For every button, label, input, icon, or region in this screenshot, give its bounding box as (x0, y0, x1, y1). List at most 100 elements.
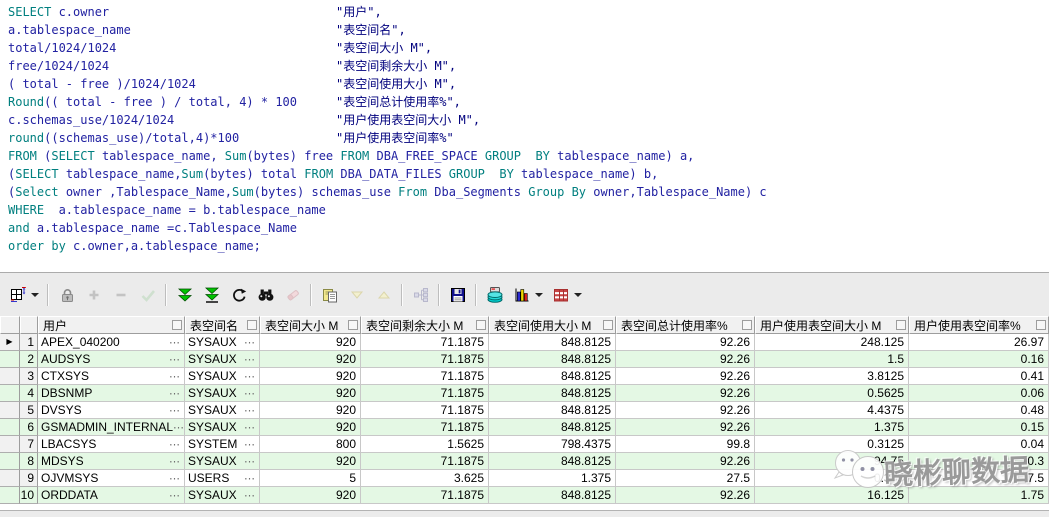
cell-user-used-pct[interactable]: 0.15 (909, 419, 1049, 436)
column-grip-icon[interactable] (172, 320, 182, 330)
row-number-header[interactable] (20, 316, 38, 334)
cell-ts-used-pct[interactable]: 92.26 (616, 368, 755, 385)
cell-user-used[interactable]: 3.8125 (755, 368, 909, 385)
row-indicator-cell[interactable] (0, 436, 20, 453)
column-header-ts-used[interactable]: 表空间使用大小 M (489, 316, 616, 334)
column-grip-icon[interactable] (603, 320, 613, 330)
cell-ts-free[interactable]: 3.625 (361, 470, 489, 487)
cell-tablespace-name[interactable]: SYSAUX⋯ (185, 368, 260, 385)
cell-ellipsis-button[interactable]: ⋯ (244, 421, 256, 434)
row-number-cell[interactable]: 8 (20, 453, 38, 470)
cell-ellipsis-button[interactable]: ⋯ (244, 336, 256, 349)
cell-ellipsis-button[interactable]: ⋯ (169, 404, 181, 417)
cell-ts-used[interactable]: 848.8125 (489, 419, 616, 436)
cell-ts-used[interactable]: 848.8125 (489, 334, 616, 351)
mass-update-button[interactable] (481, 283, 508, 308)
copy-to-clipboard-button[interactable] (316, 283, 343, 308)
cell-user-used-pct[interactable]: 1.75 (909, 487, 1049, 504)
fetch-all-rows-button[interactable] (171, 283, 198, 308)
cell-ts-used-pct[interactable]: 92.26 (616, 334, 755, 351)
column-header-ts-size[interactable]: 表空间大小 M (260, 316, 361, 334)
cell-tablespace-name[interactable]: SYSAUX⋯ (185, 385, 260, 402)
export-dataset-button[interactable] (547, 283, 574, 308)
cell-ts-free[interactable]: 71.1875 (361, 453, 489, 470)
column-grip-icon[interactable] (896, 320, 906, 330)
cell-user-used-pct[interactable]: 0.06 (909, 385, 1049, 402)
row-number-cell[interactable]: 5 (20, 402, 38, 419)
cell-ts-used-pct[interactable]: 92.26 (616, 453, 755, 470)
row-indicator-cell[interactable] (0, 470, 20, 487)
cell-ellipsis-button[interactable]: ⋯ (169, 336, 181, 349)
column-header-user-used[interactable]: 用户使用表空间大小 M (755, 316, 909, 334)
cell-user-used[interactable]: 4.4375 (755, 402, 909, 419)
cell-ts-size[interactable]: 920 (260, 453, 361, 470)
cell-ts-free[interactable]: 71.1875 (361, 334, 489, 351)
row-number-cell[interactable]: 3 (20, 368, 38, 385)
row-number-cell[interactable]: 1 (20, 334, 38, 351)
cell-ts-size[interactable]: 920 (260, 351, 361, 368)
cell-ts-free[interactable]: 71.1875 (361, 487, 489, 504)
cell-ellipsis-button[interactable]: ⋯ (169, 387, 181, 400)
cell-ts-free[interactable]: 71.1875 (361, 368, 489, 385)
row-number-cell[interactable]: 7 (20, 436, 38, 453)
sql-editor[interactable]: SELECT c.owner"用户",a.tablespace_name"表空间… (0, 0, 1049, 273)
cell-ellipsis-button[interactable]: ⋯ (244, 404, 256, 417)
column-header-ts-used-pct[interactable]: 表空间总计使用率% (616, 316, 755, 334)
row-number-cell[interactable]: 6 (20, 419, 38, 436)
refresh-button[interactable] (225, 283, 252, 308)
cell-ts-used[interactable]: 848.8125 (489, 487, 616, 504)
grid-options-button[interactable] (4, 283, 31, 308)
cell-tablespace-name[interactable]: SYSAUX⋯ (185, 402, 260, 419)
cell-ts-free[interactable]: 71.1875 (361, 385, 489, 402)
find-button[interactable] (252, 283, 279, 308)
cell-ellipsis-button[interactable]: ⋯ (244, 472, 256, 485)
cell-ts-free[interactable]: 71.1875 (361, 402, 489, 419)
cell-ts-used-pct[interactable]: 92.26 (616, 487, 755, 504)
row-number-cell[interactable]: 4 (20, 385, 38, 402)
grid-options-caret[interactable] (31, 293, 39, 297)
row-indicator-cell[interactable] (0, 402, 20, 419)
cell-ellipsis-button[interactable]: ⋯ (244, 353, 256, 366)
cell-user-used-pct[interactable]: 0.41 (909, 368, 1049, 385)
cell-ts-free[interactable]: 1.5625 (361, 436, 489, 453)
cell-tablespace-name[interactable]: SYSAUX⋯ (185, 351, 260, 368)
cell-user-used[interactable]: 0.5625 (755, 385, 909, 402)
cell-ts-size[interactable]: 920 (260, 334, 361, 351)
column-header-ts-free[interactable]: 表空间剩余大小 M (361, 316, 489, 334)
cell-tablespace-name[interactable]: SYSAUX⋯ (185, 419, 260, 436)
cell-user-used[interactable]: 94.75 (755, 453, 909, 470)
cell-user-used-pct[interactable]: 0.16 (909, 351, 1049, 368)
cell-owner[interactable]: LBACSYS⋯ (38, 436, 185, 453)
cell-ts-used-pct[interactable]: 92.26 (616, 419, 755, 436)
cell-ts-size[interactable]: 920 (260, 487, 361, 504)
cell-ellipsis-button[interactable]: ⋯ (244, 438, 256, 451)
column-header-owner[interactable]: 用户 (38, 316, 185, 334)
cell-ts-used[interactable]: 1.375 (489, 470, 616, 487)
cell-ellipsis-button[interactable]: ⋯ (169, 370, 181, 383)
cell-owner[interactable]: AUDSYS⋯ (38, 351, 185, 368)
cell-tablespace-name[interactable]: SYSTEM⋯ (185, 436, 260, 453)
cell-tablespace-name[interactable]: SYSAUX⋯ (185, 487, 260, 504)
cell-owner[interactable]: OJVMSYS⋯ (38, 470, 185, 487)
cell-ts-size[interactable]: 920 (260, 419, 361, 436)
cell-user-used[interactable]: 248.125 (755, 334, 909, 351)
cell-owner[interactable]: MDSYS⋯ (38, 453, 185, 470)
column-header-tablespace-name[interactable]: 表空间名 (185, 316, 260, 334)
fetch-last-page-button[interactable] (198, 283, 225, 308)
cell-user-used-pct[interactable]: 7.5 (909, 470, 1049, 487)
column-grip-icon[interactable] (742, 320, 752, 330)
cell-user-used-pct[interactable]: 0.04 (909, 436, 1049, 453)
cell-ts-free[interactable]: 71.1875 (361, 351, 489, 368)
cell-user-used-pct[interactable]: 26.97 (909, 334, 1049, 351)
column-grip-icon[interactable] (1036, 320, 1046, 330)
row-indicator-cell[interactable] (0, 419, 20, 436)
cell-user-used-pct[interactable]: 0.48 (909, 402, 1049, 419)
cell-ts-used[interactable]: 798.4375 (489, 436, 616, 453)
cell-ts-used-pct[interactable]: 92.26 (616, 351, 755, 368)
row-indicator-cell[interactable] (0, 351, 20, 368)
cell-ts-used-pct[interactable]: 92.26 (616, 402, 755, 419)
export-caret[interactable] (574, 293, 582, 297)
cell-ts-size[interactable]: 920 (260, 385, 361, 402)
save-grid-button[interactable] (444, 283, 471, 308)
cell-owner[interactable]: DBSNMP⋯ (38, 385, 185, 402)
